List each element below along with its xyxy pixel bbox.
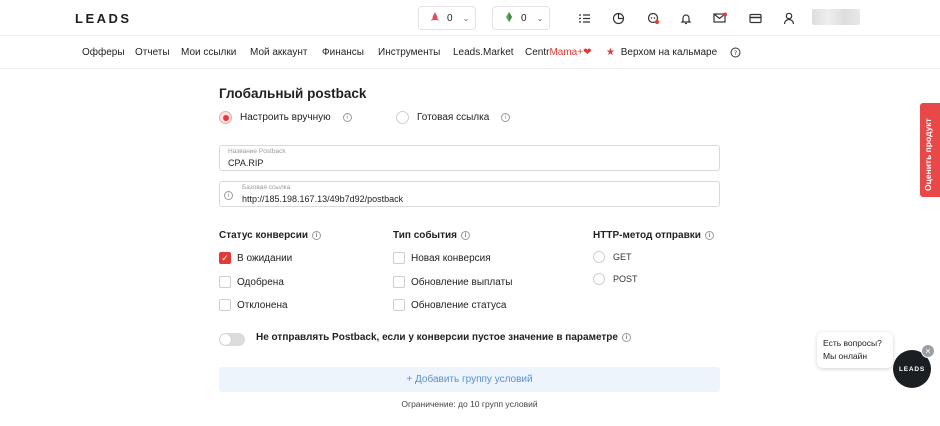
rate-product-label: Оценить продукт	[923, 118, 933, 191]
promo-label: Верхом на кальмаре	[620, 47, 718, 58]
event-header-label: Тип события	[393, 230, 457, 241]
http-get-option[interactable]: GET	[593, 251, 632, 263]
heart-icon: ❤	[583, 47, 592, 58]
nav-item-tools[interactable]: Инструменты	[378, 47, 440, 58]
checkbox[interactable]	[219, 276, 231, 288]
nav-item-offers[interactable]: Офферы	[82, 47, 125, 58]
event-status-option[interactable]: Обновление статуса	[393, 299, 506, 311]
radio-checked[interactable]	[219, 111, 232, 124]
checkbox-checked[interactable]: ✓	[219, 252, 231, 264]
checkbox[interactable]	[393, 252, 405, 264]
balance-value-1: 0	[447, 12, 453, 24]
radio-unchecked[interactable]	[593, 273, 605, 285]
http-header: HTTP-метод отправки i	[593, 230, 714, 241]
radio-unchecked[interactable]	[396, 111, 409, 124]
card-icon[interactable]	[747, 10, 763, 26]
empty-param-label-wrap: Не отправлять Postback, если у конверсии…	[256, 332, 631, 343]
mode-manual-label: Настроить вручную	[240, 112, 331, 123]
nav-item-leads-market[interactable]: Leads.Market	[453, 47, 514, 58]
checkbox[interactable]	[219, 299, 231, 311]
mail-icon[interactable]	[712, 10, 728, 26]
account-name-blurred[interactable]	[812, 9, 860, 25]
event-payout-label: Обновление выплаты	[411, 276, 513, 288]
user-icon[interactable]	[781, 10, 797, 26]
chat-bubble[interactable]: Есть вопросы? Мы онлайн	[817, 332, 893, 368]
close-icon[interactable]: ×	[921, 344, 935, 358]
chevron-down-icon: ⌄	[462, 13, 470, 23]
info-icon[interactable]: i	[342, 113, 352, 122]
page-title: Глобальный postback	[219, 86, 367, 101]
status-header: Статус конверсии i	[219, 230, 322, 241]
status-pending-label: В ожидании	[237, 252, 293, 264]
postback-name-value[interactable]: CPA.RIP	[228, 158, 263, 168]
nav-item-promo[interactable]: ★ Верхом на кальмаре	[606, 47, 717, 58]
event-status-label: Обновление статуса	[411, 299, 507, 311]
centrmama-suffix: Mama+	[549, 47, 584, 58]
radio-unchecked[interactable]	[593, 251, 605, 263]
rocket-icon	[429, 11, 441, 26]
status-rejected-option[interactable]: Отклонена	[219, 299, 288, 311]
info-icon[interactable]: i	[312, 231, 322, 240]
checkbox[interactable]	[393, 276, 405, 288]
http-post-option[interactable]: POST	[593, 273, 638, 285]
base-url-field[interactable]: Базовая ссылка i http://185.198.167.13/4…	[219, 181, 720, 207]
rate-product-tab[interactable]: Оценить продукт	[920, 103, 940, 197]
nav-item-my-links[interactable]: Мои ссылки	[181, 47, 236, 58]
status-pending-option[interactable]: ✓ В ожидании	[219, 252, 292, 264]
base-url-value[interactable]: http://185.198.167.13/49b7d92/postback	[242, 194, 403, 204]
balance-value-2: 0	[521, 12, 527, 24]
info-icon[interactable]: i	[224, 191, 233, 200]
event-new-label: Новая конверсия	[411, 252, 491, 264]
mode-manual-option[interactable]: Настроить вручную i	[219, 111, 352, 124]
centrmama-prefix: Centr	[525, 47, 550, 58]
chat-line-2: Мы онлайн	[823, 351, 868, 361]
checkbox[interactable]	[393, 299, 405, 311]
svg-text:?: ?	[734, 49, 737, 57]
top-bar: LEADS 0 ⌄ 0 ⌄	[0, 0, 940, 36]
status-header-label: Статус конверсии	[219, 230, 309, 241]
event-payout-option[interactable]: Обновление выплаты	[393, 276, 512, 288]
balance-dropdown-2[interactable]: 0 ⌄	[492, 6, 550, 30]
bell-icon[interactable]	[678, 10, 694, 26]
main-nav: Офферы Отчеты Мои ссылки Мой аккаунт Фин…	[0, 37, 940, 69]
status-approved-label: Одобрена	[237, 276, 284, 288]
http-get-label: GET	[613, 252, 632, 262]
info-icon[interactable]: i	[621, 333, 631, 342]
mode-ready-option[interactable]: Готовая ссылка i	[396, 111, 511, 124]
chat-logo: LEADS	[898, 365, 926, 373]
nav-item-reports[interactable]: Отчеты	[135, 47, 170, 58]
base-url-label: Базовая ссылка	[242, 184, 291, 191]
info-icon[interactable]: i	[460, 231, 470, 240]
nav-item-finances[interactable]: Финансы	[322, 47, 364, 58]
empty-param-label: Не отправлять Postback, если у конверсии…	[256, 332, 618, 343]
group-limit-note: Ограничение: до 10 групп условий	[401, 399, 538, 409]
leads-logo[interactable]: LEADS	[75, 11, 132, 26]
gem-icon	[503, 11, 515, 26]
http-header-label: HTTP-метод отправки	[593, 230, 701, 241]
info-icon[interactable]: i	[501, 113, 511, 122]
empty-param-toggle[interactable]	[219, 333, 245, 346]
support-icon[interactable]	[645, 10, 661, 26]
postback-name-field[interactable]: Название Postback CPA.RIP	[219, 145, 720, 171]
star-icon: ★	[606, 47, 615, 58]
task-list-icon[interactable]	[576, 10, 592, 26]
add-condition-group-button[interactable]: + Добавить группу условий	[219, 367, 720, 392]
balance-dropdown-1[interactable]: 0 ⌄	[418, 6, 476, 30]
status-approved-option[interactable]: Одобрена	[219, 276, 284, 288]
event-header: Тип события i	[393, 230, 470, 241]
postback-name-label: Название Postback	[228, 148, 286, 155]
help-icon[interactable]: ?	[730, 47, 741, 61]
mode-ready-label: Готовая ссылка	[417, 112, 490, 123]
http-post-label: POST	[613, 274, 638, 284]
chevron-down-icon: ⌄	[536, 13, 544, 23]
nav-item-centrmama[interactable]: CentrMama+❤	[525, 47, 591, 58]
status-rejected-label: Отклонена	[237, 299, 288, 311]
info-icon[interactable]: i	[704, 231, 714, 240]
chat-line-1: Есть вопросы?	[823, 338, 882, 348]
event-new-option[interactable]: Новая конверсия	[393, 252, 491, 264]
nav-item-my-account[interactable]: Мой аккаунт	[250, 47, 307, 58]
chart-pie-icon[interactable]	[610, 10, 626, 26]
